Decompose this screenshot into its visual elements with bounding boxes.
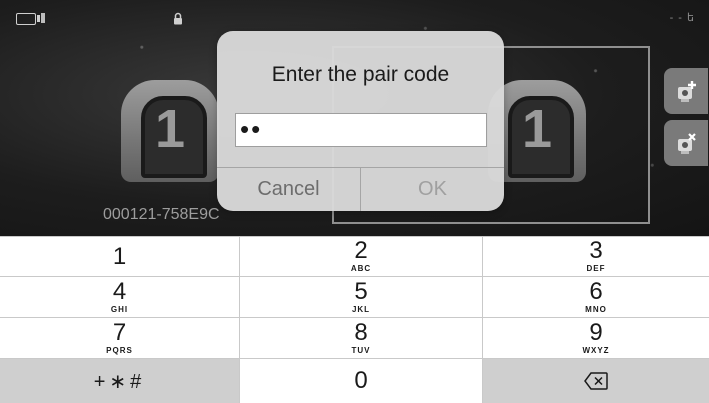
- key-digit: 1: [112, 242, 127, 270]
- key-4[interactable]: 4 GHI: [0, 277, 239, 317]
- key-digit: 6: [589, 277, 603, 305]
- key-digit: 5: [354, 277, 368, 305]
- camera-id: 000121-758E9C: [103, 206, 220, 223]
- badge-frame: [508, 96, 574, 178]
- key-5[interactable]: 5 JKL: [240, 277, 482, 317]
- badge-frame: [141, 96, 207, 178]
- lock-icon: [173, 12, 183, 25]
- key-letters: DEF: [586, 264, 606, 273]
- cancel-button[interactable]: Cancel: [217, 168, 361, 211]
- pair-code-input[interactable]: ••: [235, 113, 487, 147]
- dialog-title: Enter the pair code: [271, 63, 450, 86]
- battery-tip: [37, 15, 40, 22]
- key-7[interactable]: 7 PQRS: [0, 318, 239, 358]
- key-3[interactable]: 3 DEF: [483, 237, 709, 276]
- key-digit: 0: [354, 367, 368, 394]
- signal-icon: [41, 13, 45, 23]
- key-0[interactable]: 0: [240, 359, 482, 403]
- key-letters: JKL: [351, 304, 371, 314]
- key-letters: GHI: [110, 304, 129, 314]
- key-digit: 4: [112, 277, 127, 305]
- status-indicator: - - ե: [669, 12, 695, 24]
- key-letters: MNO: [585, 304, 607, 314]
- key-letters: ABC: [350, 264, 372, 273]
- symbols-label: +∗#: [93, 370, 146, 393]
- key-1[interactable]: 1: [0, 237, 239, 276]
- backspace-key[interactable]: [483, 359, 709, 403]
- ok-button[interactable]: OK: [361, 168, 504, 211]
- key-2[interactable]: 2 ABC: [240, 237, 482, 276]
- key-digit: 2: [354, 237, 368, 264]
- battery-icon: [16, 13, 36, 25]
- key-9[interactable]: 9 WXYZ: [483, 318, 709, 358]
- key-letters: WXYZ: [582, 345, 610, 355]
- pair-code-dialog: Enter the pair code •• Cancel OK: [217, 31, 504, 211]
- key-digit: 9: [589, 318, 603, 346]
- camera-badge-left[interactable]: 1: [121, 80, 219, 182]
- key-letters: TUV: [351, 345, 371, 355]
- app-screen: - - ե 1 000121-758E9C 1 Enter the pair c…: [0, 0, 709, 403]
- badge-number: 1: [154, 99, 186, 159]
- backspace-icon: [584, 372, 608, 390]
- numeric-keypad: 1 2 ABC 3 DEF 4 GHI 5 JKL 6 MNO 7 PQRS 8…: [0, 236, 709, 403]
- key-digit: 8: [354, 318, 368, 346]
- camera-remove-icon: [678, 133, 696, 154]
- key-6[interactable]: 6 MNO: [483, 277, 709, 317]
- add-camera-button[interactable]: [664, 68, 708, 114]
- dialog-buttons: Cancel OK: [217, 167, 504, 211]
- key-8[interactable]: 8 TUV: [240, 318, 482, 358]
- symbols-key[interactable]: +∗#: [0, 359, 239, 403]
- key-digit: 7: [112, 318, 127, 346]
- key-digit: 3: [589, 237, 603, 264]
- remove-camera-button[interactable]: [664, 120, 708, 166]
- key-letters: PQRS: [106, 345, 133, 355]
- status-bar: - - ե: [0, 0, 709, 34]
- camera-add-icon: [678, 81, 696, 102]
